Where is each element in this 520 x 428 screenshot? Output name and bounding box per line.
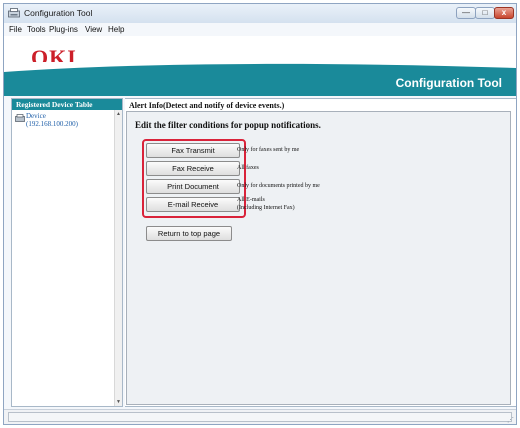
- resize-grip-icon[interactable]: ⋰: [507, 416, 514, 424]
- email-receive-description-note: (Including Internet Fax): [237, 205, 295, 211]
- sidebar-header: Registered Device Table: [12, 99, 122, 110]
- panel-heading: Edit the filter conditions for popup not…: [135, 120, 321, 130]
- print-document-description: Only for documents printed by me: [237, 183, 320, 189]
- menu-tools[interactable]: Tools: [27, 25, 46, 34]
- status-field: [8, 412, 512, 422]
- maximize-button[interactable]: □: [475, 7, 495, 19]
- sidebar-heading: Registered Device Table: [16, 100, 93, 109]
- fax-transmit-description: Only for faxes sent by me: [237, 147, 300, 153]
- header-banner: OKI Configuration Tool: [4, 36, 516, 96]
- minimize-button[interactable]: —: [456, 7, 476, 19]
- app-window: Configuration Tool — □ x File Tools Plug…: [3, 3, 517, 425]
- device-list-item[interactable]: Device (192.168.100.200): [15, 112, 110, 132]
- device-sidebar: Registered Device Table Device (192.168.…: [11, 98, 123, 407]
- app-icon: [8, 8, 20, 18]
- print-document-button[interactable]: Print Document: [146, 179, 240, 194]
- menu-help[interactable]: Help: [108, 25, 124, 34]
- scroll-up-icon[interactable]: ▲: [115, 111, 122, 117]
- return-to-top-button[interactable]: Return to top page: [146, 226, 232, 241]
- window-title: Configuration Tool: [24, 8, 93, 18]
- banner-title: Configuration Tool: [395, 76, 502, 90]
- filter-panel: Edit the filter conditions for popup not…: [126, 111, 511, 405]
- title-bar[interactable]: Configuration Tool — □ x: [4, 4, 516, 23]
- menu-view[interactable]: View: [85, 25, 102, 34]
- fax-receive-description: All faxes: [237, 165, 259, 171]
- section-title: Alert Info(Detect and notify of device e…: [129, 101, 285, 110]
- fax-receive-button[interactable]: Fax Receive: [146, 161, 240, 176]
- email-receive-button[interactable]: E-mail Receive: [146, 197, 240, 212]
- close-icon: x: [501, 8, 507, 17]
- sidebar-scrollbar[interactable]: ▲ ▼: [114, 110, 122, 406]
- status-bar: ⋰: [4, 409, 516, 424]
- email-receive-description: All E-mails: [237, 197, 265, 203]
- device-ip: (192.168.100.200): [26, 120, 78, 128]
- minimize-icon: —: [462, 8, 470, 17]
- menu-file[interactable]: File: [9, 25, 22, 34]
- maximize-icon: □: [482, 8, 488, 17]
- printer-icon: [15, 114, 25, 122]
- banner-band: Configuration Tool: [4, 62, 516, 96]
- device-name: Device: [26, 112, 46, 120]
- menu-plugins[interactable]: Plug-ins: [49, 25, 78, 34]
- scroll-down-icon[interactable]: ▼: [115, 399, 122, 405]
- main-content: Alert Info(Detect and notify of device e…: [125, 98, 516, 407]
- fax-transmit-button[interactable]: Fax Transmit: [146, 143, 240, 158]
- menu-bar: File Tools Plug-ins View Help: [4, 23, 516, 36]
- close-button[interactable]: x: [494, 7, 514, 19]
